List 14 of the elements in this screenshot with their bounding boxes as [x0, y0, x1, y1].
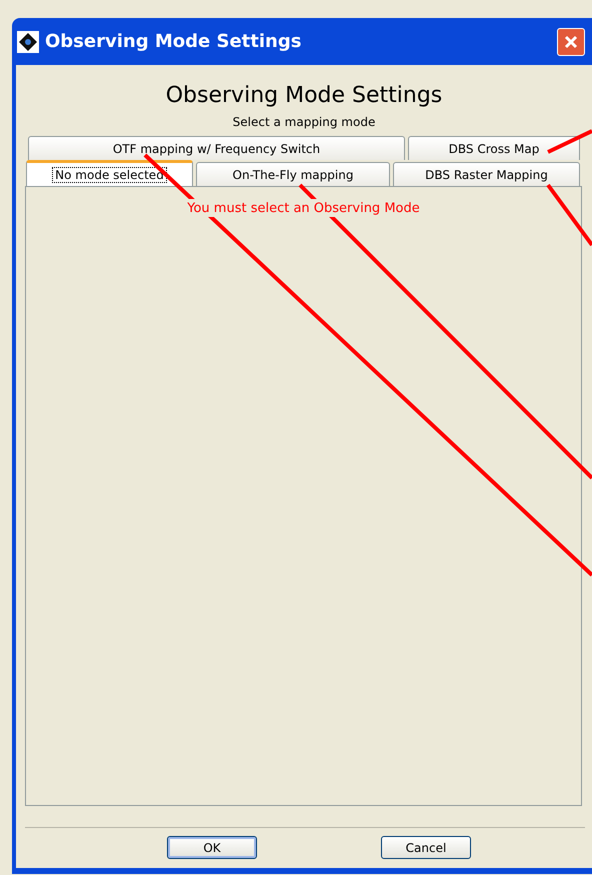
dialog-subtitle: Select a mapping mode [232, 114, 376, 131]
tab[interactable]: DBS Cross Map [408, 136, 580, 160]
error-message: You must select an Observing Mode [187, 199, 420, 217]
window-title: Observing Mode Settings [45, 30, 302, 54]
dialog-button[interactable]: OK [167, 836, 257, 859]
tab[interactable]: DBS Raster Mapping [393, 162, 580, 186]
close-button[interactable] [557, 28, 585, 56]
dialog-heading: Observing Mode Settings [164, 82, 444, 110]
tab[interactable]: No mode selected [26, 160, 193, 186]
dialog-button[interactable]: Cancel [381, 836, 471, 859]
tab[interactable]: OTF mapping w/ Frequency Switch [28, 136, 405, 160]
app-icon [17, 30, 39, 52]
close-icon [563, 34, 579, 50]
tab[interactable]: On-The-Fly mapping [196, 162, 390, 186]
